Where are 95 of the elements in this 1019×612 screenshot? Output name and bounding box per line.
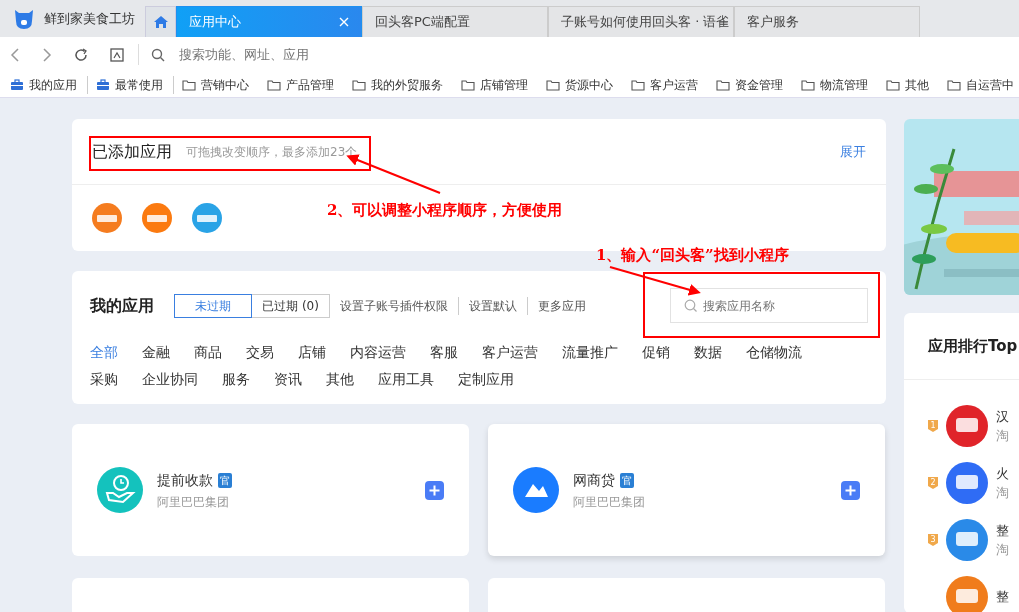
rank-badge: 2 <box>928 477 938 489</box>
category-tab[interactable]: 服务 <box>222 369 250 390</box>
reload-icon[interactable] <box>74 47 88 62</box>
section-title: 应用排行Top <box>928 335 1018 357</box>
section-title: 我的应用 <box>90 294 154 317</box>
add-button[interactable] <box>425 480 444 500</box>
category-tab[interactable]: 应用工具 <box>378 369 434 390</box>
app-name: 鲜到家美食工坊 <box>44 9 135 28</box>
app-icon[interactable] <box>513 467 559 513</box>
app-icon[interactable] <box>946 405 988 447</box>
vendor-text: 淘 <box>996 541 1009 559</box>
category-tab[interactable]: 金融 <box>142 342 170 363</box>
rank-badge: 1 <box>928 420 938 432</box>
category-tab[interactable]: 客服 <box>430 342 458 363</box>
app-icon[interactable] <box>192 203 222 233</box>
category-tab[interactable]: 仓储物流 <box>746 342 802 363</box>
app-name: 汉 <box>996 407 1009 426</box>
bookmark[interactable]: 物流管理 <box>801 75 878 94</box>
bookmark[interactable]: 最常使用 <box>96 75 174 94</box>
app-icon[interactable] <box>946 462 988 504</box>
close-icon[interactable] <box>339 17 349 27</box>
category-tab[interactable]: 店铺 <box>298 342 326 363</box>
bookmark[interactable]: 店铺管理 <box>461 75 538 94</box>
vendor-text: 阿里巴巴集团 <box>157 493 230 511</box>
folder-icon <box>182 78 196 91</box>
category-tab[interactable]: 交易 <box>246 342 274 363</box>
filter-tab[interactable]: 已过期 (0) <box>252 293 330 318</box>
category-tab[interactable]: 内容运营 <box>350 342 406 363</box>
folder-icon <box>546 78 560 91</box>
home-icon <box>152 15 169 29</box>
app-name: 整 <box>996 521 1009 540</box>
app-name: 网商贷 <box>573 470 615 490</box>
annotation-text: 1、输入“回头客”找到小程序 <box>596 245 789 266</box>
category-tab[interactable]: 定制应用 <box>458 369 514 390</box>
category-tab[interactable]: 流量推广 <box>562 342 618 363</box>
browser-tab[interactable]: 子账号如何使用回头客 · 语雀 <box>548 6 734 37</box>
hint-text: 可拖拽改变顺序，最多添加23个 <box>186 143 358 161</box>
add-button[interactable] <box>841 480 860 500</box>
vendor-text: 淘 <box>996 427 1009 445</box>
expand-link[interactable]: 展开 <box>840 141 866 162</box>
app-name: 火 <box>996 464 1009 483</box>
folder-icon <box>352 78 366 91</box>
search-icon <box>151 47 165 62</box>
link-text[interactable]: 设置默认 <box>458 296 527 315</box>
app-icon[interactable] <box>946 519 988 561</box>
app-name: 提前收款 <box>157 470 213 490</box>
folder-icon <box>886 78 900 91</box>
app-icon[interactable] <box>92 203 122 233</box>
briefcase-icon <box>10 78 24 91</box>
category-tab[interactable]: 资讯 <box>274 369 302 390</box>
folder-icon <box>461 78 475 91</box>
official-tag: 官 <box>218 472 232 488</box>
home-tab[interactable] <box>145 6 176 37</box>
search-field[interactable]: 搜索应用名称 <box>670 288 868 323</box>
app-name: 整 <box>996 588 1009 607</box>
forward-icon[interactable] <box>42 47 52 62</box>
category-tab[interactable]: 全部 <box>90 342 118 363</box>
link-text[interactable]: 设置子账号插件权限 <box>330 296 458 315</box>
rank-badge: 3 <box>928 534 938 546</box>
browser-tab[interactable]: 回头客PC端配置 <box>362 6 548 37</box>
filter-tab[interactable]: 未过期 <box>174 293 252 318</box>
bookmark[interactable]: 客户运营 <box>631 75 708 94</box>
app-icon[interactable] <box>142 203 172 233</box>
category-tab[interactable]: 企业协同 <box>142 369 198 390</box>
folder-icon <box>947 78 961 91</box>
folder-icon <box>801 78 815 91</box>
app-icon[interactable] <box>946 576 988 612</box>
vendor-text: 淘 <box>996 484 1009 502</box>
category-tab[interactable]: 数据 <box>694 342 722 363</box>
back-icon[interactable] <box>10 47 20 62</box>
bookmark[interactable]: 营销中心 <box>182 75 259 94</box>
section-title: 已添加应用 <box>92 140 172 163</box>
briefcase-icon <box>96 78 110 91</box>
browser-tab[interactable]: 客户服务 <box>734 6 920 37</box>
folder-icon <box>716 78 730 91</box>
screenshot-icon[interactable] <box>110 47 124 62</box>
bookmark[interactable]: 资金管理 <box>716 75 793 94</box>
category-tab[interactable]: 客户运营 <box>482 342 538 363</box>
bookmark[interactable]: 自运营中 <box>947 75 1019 94</box>
bookmark[interactable]: 产品管理 <box>267 75 344 94</box>
category-tab[interactable]: 采购 <box>90 369 118 390</box>
folder-icon <box>267 78 281 91</box>
bookmark[interactable]: 我的外贸服务 <box>352 75 453 94</box>
category-tab[interactable]: 其他 <box>326 369 354 390</box>
vendor-text: 阿里巴巴集团 <box>573 493 645 511</box>
official-tag: 官 <box>620 472 634 488</box>
link-text[interactable]: 更多应用 <box>527 296 596 315</box>
bookmark[interactable]: 其他 <box>886 75 939 94</box>
app-icon[interactable] <box>97 467 143 513</box>
category-tab[interactable]: 促销 <box>642 342 670 363</box>
folder-icon <box>631 78 645 91</box>
bookmark[interactable]: 我的应用 <box>10 75 88 94</box>
annotation-text: 2、可以调整小程序顺序，方便使用 <box>327 200 563 221</box>
category-tab[interactable]: 商品 <box>194 342 222 363</box>
bookmark[interactable]: 货源中心 <box>546 75 623 94</box>
